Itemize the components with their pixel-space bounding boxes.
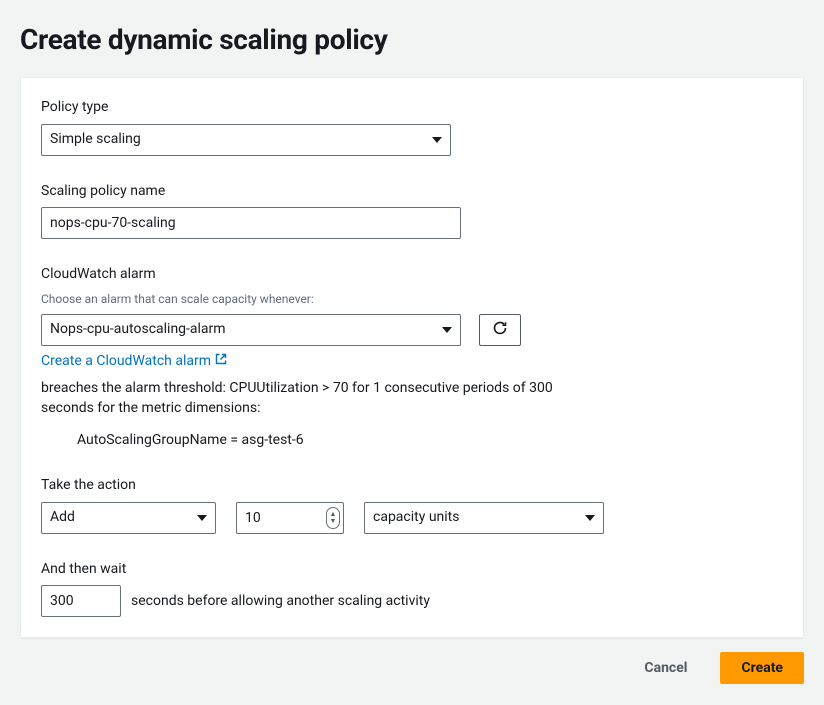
action-op-select[interactable]: Add: [41, 502, 216, 534]
alarm-select[interactable]: Nops-cpu-autoscaling-alarm: [41, 314, 461, 346]
chevron-down-icon: [585, 515, 595, 521]
form-panel: Policy type Simple scaling Scaling polic…: [20, 77, 804, 638]
page-title: Create dynamic scaling policy: [20, 20, 804, 59]
cooldown-suffix: seconds before allowing another scaling …: [131, 592, 430, 612]
create-button[interactable]: Create: [720, 652, 804, 684]
chevron-down-icon: [432, 137, 442, 143]
chevron-down-icon: [197, 515, 207, 521]
external-link-icon: [215, 352, 227, 372]
create-alarm-link-label: Create a CloudWatch alarm: [41, 352, 211, 372]
cancel-button[interactable]: Cancel: [623, 652, 708, 684]
alarm-dimension: AutoScalingGroupName = asg-test-6: [41, 431, 783, 451]
chevron-down-icon: [442, 327, 452, 333]
refresh-button[interactable]: [479, 314, 521, 346]
alarm-breach-text: breaches the alarm threshold: CPUUtiliza…: [41, 379, 601, 418]
action-unit-value: capacity units: [373, 508, 460, 528]
cooldown-input[interactable]: [41, 585, 121, 617]
action-op-value: Add: [50, 508, 75, 528]
policy-name-label: Scaling policy name: [41, 182, 783, 202]
refresh-icon: [492, 320, 508, 339]
action-unit-select[interactable]: capacity units: [364, 502, 604, 534]
footer-actions: Cancel Create: [20, 638, 804, 684]
alarm-label: CloudWatch alarm: [41, 265, 783, 285]
policy-name-input[interactable]: [41, 207, 461, 239]
alarm-value: Nops-cpu-autoscaling-alarm: [50, 320, 226, 340]
cooldown-label: And then wait: [41, 560, 783, 580]
policy-type-label: Policy type: [41, 98, 783, 118]
create-alarm-link[interactable]: Create a CloudWatch alarm: [41, 352, 227, 372]
action-amount-input[interactable]: [236, 502, 344, 534]
policy-type-select[interactable]: Simple scaling: [41, 124, 451, 156]
policy-type-value: Simple scaling: [50, 130, 141, 150]
action-label: Take the action: [41, 476, 783, 496]
alarm-hint: Choose an alarm that can scale capacity …: [41, 291, 783, 308]
